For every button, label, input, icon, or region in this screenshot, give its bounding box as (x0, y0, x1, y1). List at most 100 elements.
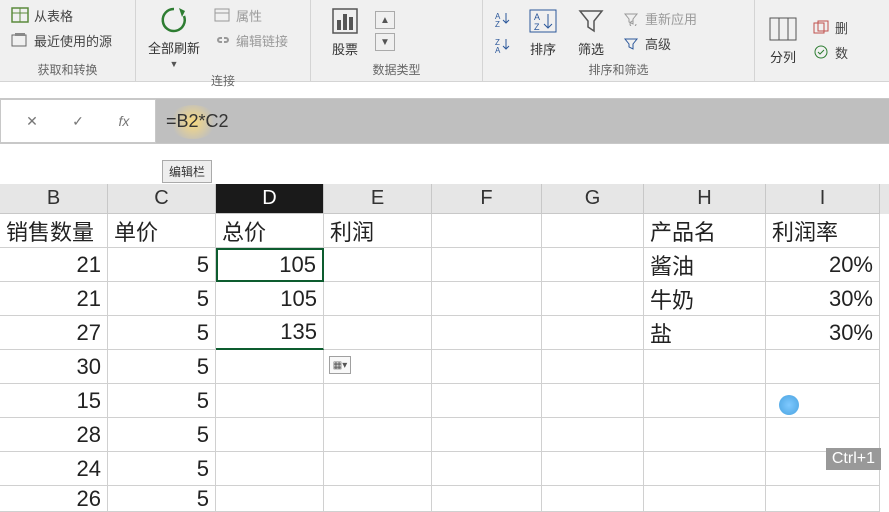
active-cell[interactable]: 105 (216, 248, 324, 282)
cell[interactable] (324, 418, 432, 452)
filter-button[interactable]: 筛选 (571, 3, 611, 60)
col-header-D[interactable]: D (216, 184, 324, 214)
cell[interactable] (542, 214, 644, 248)
cell[interactable] (216, 418, 324, 452)
cell[interactable]: ▦▾ (324, 350, 432, 384)
cell[interactable]: 盐 (644, 316, 766, 350)
cell[interactable] (324, 486, 432, 512)
cell[interactable] (542, 486, 644, 512)
cell[interactable] (324, 316, 432, 350)
header-cell[interactable]: 利润 (324, 214, 432, 248)
cell[interactable]: 30 (0, 350, 108, 384)
cell[interactable]: 21 (0, 282, 108, 316)
cell[interactable] (432, 486, 542, 512)
cell[interactable]: 5 (108, 282, 216, 316)
cell[interactable]: 105 (216, 282, 324, 316)
cell[interactable] (542, 350, 644, 384)
header-cell[interactable]: 单价 (108, 214, 216, 248)
recent-sources-button[interactable]: 最近使用的源 (8, 29, 114, 51)
cell[interactable]: 21 (0, 248, 108, 282)
col-header-I[interactable]: I (766, 184, 880, 214)
name-box[interactable]: ✕ ✓ fx (0, 99, 156, 143)
cell[interactable] (542, 248, 644, 282)
cell[interactable] (324, 384, 432, 418)
cell[interactable] (216, 452, 324, 486)
cell[interactable]: 5 (108, 248, 216, 282)
text-to-columns-button[interactable]: 分列 (763, 11, 803, 68)
cell[interactable] (432, 282, 542, 316)
cell[interactable] (644, 486, 766, 512)
cell[interactable] (324, 452, 432, 486)
cancel-icon[interactable]: ✕ (23, 113, 41, 130)
cell[interactable]: 5 (108, 316, 216, 350)
enter-icon[interactable]: ✓ (69, 113, 87, 130)
cell[interactable] (766, 486, 880, 512)
col-header-H[interactable]: H (644, 184, 766, 214)
scroll-up-button[interactable]: ▲ (375, 11, 395, 29)
from-table-button[interactable]: 从表格 (8, 4, 75, 26)
cell[interactable]: 26 (0, 486, 108, 512)
cell[interactable] (216, 384, 324, 418)
header-cell[interactable]: 销售数量 (0, 214, 108, 248)
cell[interactable] (432, 418, 542, 452)
cell[interactable]: 27 (0, 316, 108, 350)
properties-button[interactable]: 属性 (210, 4, 290, 26)
remove-dup-button[interactable]: 删 (809, 16, 850, 38)
cell[interactable]: 酱油 (644, 248, 766, 282)
header-cell[interactable]: 产品名 (644, 214, 766, 248)
formula-input[interactable]: =B2*C2 (156, 99, 889, 143)
cell[interactable] (542, 452, 644, 486)
cell[interactable]: 30% (766, 316, 880, 350)
cell[interactable]: 5 (108, 350, 216, 384)
cell[interactable] (766, 418, 880, 452)
cell[interactable] (432, 248, 542, 282)
cell[interactable]: 135 (216, 316, 324, 350)
col-header-C[interactable]: C (108, 184, 216, 214)
autofill-options-button[interactable]: ▦▾ (329, 356, 351, 374)
col-header-F[interactable]: F (432, 184, 542, 214)
col-header-G[interactable]: G (542, 184, 644, 214)
cell[interactable] (216, 486, 324, 512)
refresh-all-button[interactable]: 全部刷新 ▼ (144, 2, 204, 71)
sort-asc-button[interactable]: AZ (491, 8, 515, 30)
cell[interactable]: 牛奶 (644, 282, 766, 316)
cell[interactable]: 5 (108, 452, 216, 486)
cell[interactable]: 24 (0, 452, 108, 486)
cell[interactable] (432, 350, 542, 384)
validate-button[interactable]: 数 (809, 41, 850, 63)
cell[interactable] (432, 316, 542, 350)
reapply-button[interactable]: 重新应用 (619, 8, 699, 30)
stocks-button[interactable]: 股票 (325, 3, 365, 60)
fx-icon[interactable]: fx (115, 113, 133, 129)
sort-button[interactable]: AZ 排序 (523, 3, 563, 60)
cell[interactable] (432, 452, 542, 486)
cell[interactable]: 5 (108, 486, 216, 512)
cell[interactable] (542, 282, 644, 316)
cell[interactable]: 20% (766, 248, 880, 282)
cell[interactable] (644, 452, 766, 486)
cell[interactable]: 5 (108, 384, 216, 418)
cell[interactable]: 15 (0, 384, 108, 418)
cell[interactable]: 30% (766, 282, 880, 316)
cell[interactable] (324, 248, 432, 282)
cell[interactable]: 5 (108, 418, 216, 452)
cell[interactable] (644, 350, 766, 384)
cell[interactable] (324, 282, 432, 316)
cell[interactable] (542, 384, 644, 418)
advanced-button[interactable]: 高级 (619, 33, 699, 55)
header-cell[interactable]: 利润率 (766, 214, 880, 248)
col-header-E[interactable]: E (324, 184, 432, 214)
edit-links-button[interactable]: 编辑链接 (210, 29, 290, 51)
scroll-down-button[interactable]: ▼ (375, 33, 395, 51)
col-header-B[interactable]: B (0, 184, 108, 214)
cell[interactable]: 28 (0, 418, 108, 452)
cell[interactable] (766, 350, 880, 384)
sort-desc-button[interactable]: ZA (491, 34, 515, 56)
cell[interactable] (432, 384, 542, 418)
cell[interactable] (216, 350, 324, 384)
cell[interactable] (432, 214, 542, 248)
cell[interactable] (644, 418, 766, 452)
cell[interactable] (542, 316, 644, 350)
header-cell[interactable]: 总价 (216, 214, 324, 248)
cell[interactable] (542, 418, 644, 452)
